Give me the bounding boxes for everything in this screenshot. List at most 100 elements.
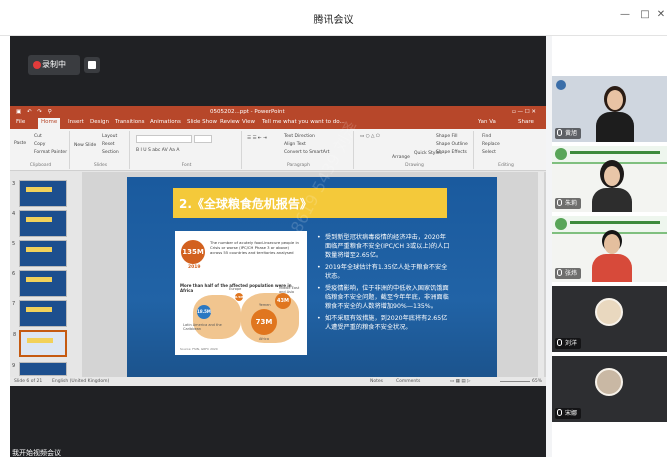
font-format-icons[interactable]: B I U S abc AV Aa A	[136, 148, 179, 153]
participant-tile[interactable]: 黄旭	[552, 76, 667, 142]
clipboard-group-label: Clipboard	[29, 163, 52, 168]
infographic-source: Source: FSIN, GRFC 2020	[180, 347, 218, 351]
org-logo-icon	[556, 80, 566, 90]
title-bar: 腾讯会议 — □ ✕	[0, 0, 667, 36]
bubble-latin-america: 18.5M	[197, 305, 211, 319]
bullet-item: 受到新型冠状病毒疫情的经济冲击，2020年面临严重粮食不安全(IPC/CH 3或…	[317, 233, 452, 260]
view-mode-icons[interactable]: ▭ ▦ ▤ ▷	[450, 377, 471, 386]
bubble-europe: 0.5M	[235, 293, 244, 301]
participant-tile[interactable]: 张炜	[552, 216, 667, 282]
align-text-button[interactable]: Align Text	[284, 142, 306, 147]
slide-thumbnail[interactable]: 3	[12, 180, 67, 207]
list-icons[interactable]: ☰ ☰ ⇤ ⇥	[247, 136, 267, 141]
tab-animations[interactable]: Animations	[150, 119, 181, 125]
food-crisis-infographic: 135M 2019 The number of acutely food-ins…	[175, 231, 307, 355]
current-slide[interactable]: 2.《全球粮食危机报告》 135M 2019 The number of acu…	[127, 118, 497, 383]
zoom-slider[interactable]	[500, 381, 530, 382]
app-title: 腾讯会议	[313, 15, 354, 26]
bubble-label-latin-america: Latin America and the Caribbean	[183, 323, 222, 331]
big-number: 135M	[181, 240, 205, 264]
tab-slide-show[interactable]: Slide Show	[187, 119, 217, 125]
powerpoint-window: ▣ ↶ ↷ ⚲ 0505202...ppt - PowerPoint ▫ — ☐…	[10, 106, 546, 386]
user-name: Yan Va	[478, 119, 496, 125]
bubble-label-middle-east: Middle East and Asia	[279, 286, 300, 294]
language-status: English (United Kingdom)	[52, 379, 110, 384]
find-button[interactable]: Find	[482, 134, 491, 139]
recording-indicator[interactable]: 录制中	[28, 55, 80, 75]
bullet-item: 2019年全球估计有1.35亿人处于粮食不安全状态。	[317, 263, 452, 281]
participant-tile[interactable]: 刘洋	[552, 286, 667, 352]
yemen-label: Yemen	[259, 303, 271, 307]
slide-thumbnail[interactable]: 6	[12, 270, 67, 297]
participant-name: 朱莉	[555, 198, 582, 209]
paste-button[interactable]: Paste	[14, 141, 26, 146]
tell-me-search[interactable]: Tell me what you want to do...	[262, 119, 345, 125]
bubble-label-europe: Europe	[229, 287, 242, 291]
tab-insert[interactable]: Insert	[68, 119, 84, 125]
slide-thumbnail[interactable]: 7	[12, 300, 67, 327]
font-group: B I U S abc AV Aa A Font	[132, 131, 242, 169]
avatar	[595, 368, 623, 396]
bullet-item: 如不采取有效措施，到2020年底将有2.65亿人遭受严重的粮食不安全状况。	[317, 314, 452, 332]
mic-icon	[557, 199, 562, 206]
tab-home[interactable]: Home	[38, 118, 61, 129]
slide-thumbnail[interactable]: 5	[12, 240, 67, 267]
font-size-box[interactable]	[194, 135, 212, 143]
bubble-middle-east: 43M	[275, 293, 291, 309]
ppt-window-controls-icon[interactable]: ▫ — ☐ ✕	[512, 106, 536, 118]
drawing-group: ▭ ○ △ ⬠ Arrange Quick Styles Shape Fill …	[356, 131, 474, 169]
tab-file[interactable]: File	[16, 119, 25, 125]
slide-thumbnail[interactable]: 4	[12, 210, 67, 237]
vertical-scrollbar[interactable]	[538, 172, 544, 377]
share-button[interactable]: Share	[518, 119, 534, 125]
comments-button[interactable]: Comments	[396, 377, 420, 386]
mic-icon	[557, 269, 562, 276]
tab-design[interactable]: Design	[90, 119, 109, 125]
bullet-item: 受疫情影响，位于非洲的中低收入国家饥饿面临粮食不安全问题，截至今年年底，非洲面临…	[317, 284, 452, 311]
section-button[interactable]: Section	[102, 150, 119, 155]
new-slide-button[interactable]: New Slide	[74, 143, 96, 148]
tab-transitions[interactable]: Transitions	[115, 119, 144, 125]
slide-thumbnail[interactable]: 9	[12, 362, 67, 376]
stop-recording-button[interactable]	[84, 57, 100, 73]
participant-tile[interactable]: 宋娜	[552, 356, 667, 422]
select-button[interactable]: Select	[482, 150, 496, 155]
participant-name: 刘洋	[555, 338, 582, 349]
ppt-title-bar: ▣ ↶ ↷ ⚲ 0505202...ppt - PowerPoint ▫ — ☐…	[10, 106, 546, 118]
format-painter-button[interactable]: Format Painter	[34, 150, 67, 155]
mic-icon	[557, 409, 562, 416]
font-group-label: Font	[181, 163, 192, 168]
copy-button[interactable]: Copy	[34, 142, 45, 147]
font-name-box[interactable]	[136, 135, 192, 143]
arrange-button[interactable]: Arrange	[392, 155, 410, 160]
ribbon-tabs: File Home Insert Design Transitions Anim…	[10, 118, 546, 129]
close-icon[interactable]: ✕	[654, 8, 667, 22]
tab-view[interactable]: View	[242, 119, 255, 125]
participant-tile[interactable]: 朱莉	[552, 146, 667, 212]
replace-button[interactable]: Replace	[482, 142, 500, 147]
cut-button[interactable]: Cut	[34, 134, 42, 139]
bubble-africa: 73M	[251, 309, 277, 335]
ppt-file-title: 0505202...ppt - PowerPoint	[210, 109, 285, 115]
slides-group: New Slide Layout Reset Section Slides	[72, 131, 130, 169]
shape-effects-button[interactable]: Shape Effects	[436, 150, 467, 155]
ppt-status-bar: Slide 6 of 21 English (United Kingdom) N…	[10, 377, 546, 386]
quick-access-icons[interactable]: ▣ ↶ ↷ ⚲	[16, 106, 54, 118]
mic-icon	[557, 129, 562, 136]
notes-button[interactable]: Notes	[370, 377, 383, 386]
shape-fill-button[interactable]: Shape Fill	[436, 134, 458, 139]
maximize-icon[interactable]: □	[638, 8, 652, 22]
slide-editor: 2.《全球粮食危机报告》 135M 2019 The number of acu…	[82, 118, 546, 383]
shape-outline-button[interactable]: Shape Outline	[436, 142, 468, 147]
drawing-group-label: Drawing	[405, 163, 424, 168]
participant-name: 黄旭	[555, 128, 582, 139]
shapes-gallery-icon[interactable]: ▭ ○ △ ⬠	[360, 134, 380, 139]
slide-bullets: 受到新型冠状病毒疫情的经济冲击，2020年面临严重粮食不安全(IPC/CH 3或…	[317, 233, 452, 335]
text-direction-button[interactable]: Text Direction	[284, 134, 315, 139]
reset-button[interactable]: Reset	[102, 142, 115, 147]
tab-review[interactable]: Review	[220, 119, 240, 125]
layout-button[interactable]: Layout	[102, 134, 117, 139]
slides-group-label: Slides	[93, 163, 108, 168]
slide-thumbnail-selected[interactable]: 8	[13, 330, 67, 357]
minimize-icon[interactable]: —	[618, 8, 632, 22]
